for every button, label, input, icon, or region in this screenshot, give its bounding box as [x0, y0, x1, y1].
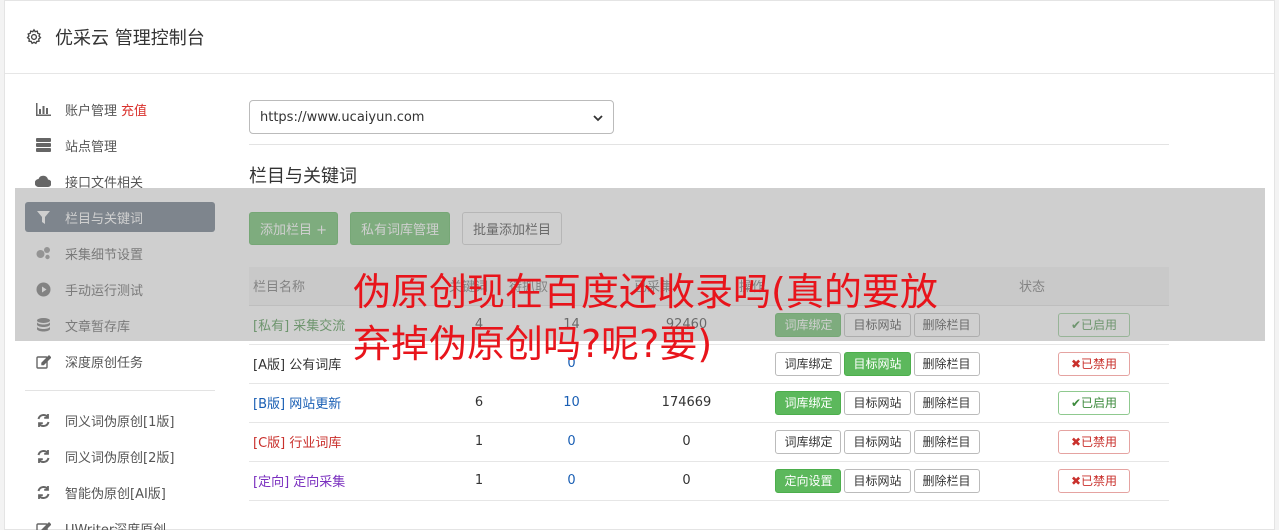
- status-badge[interactable]: ✔已启用: [1058, 390, 1130, 415]
- filter-icon: [35, 209, 51, 225]
- status-badge[interactable]: ✖已禁用: [1058, 351, 1130, 376]
- refresh-icon: [35, 448, 51, 464]
- cloud-upload-icon: [35, 173, 51, 189]
- status-cell: ✔已启用: [1019, 383, 1169, 423]
- page-title: 优采云 管理控制台: [55, 28, 205, 49]
- table-row: [B版] 网站更新 6 10 174669 词库绑定 目标网站 删除栏目 ✔已启用: [249, 383, 1169, 423]
- sidebar-divider: [25, 390, 215, 391]
- collected-count: 174669: [634, 383, 739, 423]
- delete-column-button[interactable]: 删除栏目: [913, 468, 980, 493]
- status-cell: ✖已禁用: [1019, 422, 1169, 462]
- column-link[interactable]: [私有] 采集交流: [253, 319, 345, 334]
- status-cell: ✖已禁用: [1019, 344, 1169, 384]
- sidebar-item-columns[interactable]: 栏目与关键词: [25, 202, 215, 232]
- sidebar-item-label: 采集细节设置: [65, 247, 144, 263]
- direct-settings-button[interactable]: 定向设置: [775, 468, 842, 493]
- batch-add-button[interactable]: 批量添加栏目: [462, 212, 563, 245]
- refresh-icon: [35, 484, 51, 500]
- sidebar-item-label: 手动运行测试: [65, 283, 144, 299]
- sidebar-item-label: 栏目与关键词: [65, 211, 144, 227]
- gear-icon: [25, 27, 45, 47]
- private-lib-button[interactable]: 私有词库管理: [350, 212, 451, 245]
- sidebar-item-synonym-v2[interactable]: 同义词伪原创[2版]: [25, 441, 215, 471]
- target-site-button[interactable]: 目标网站: [844, 429, 911, 454]
- add-column-button[interactable]: 添加栏目 +: [249, 212, 339, 245]
- edit-icon: [35, 353, 51, 369]
- sidebar-item-sites[interactable]: 站点管理: [25, 130, 215, 160]
- pending-count: 10: [509, 383, 634, 423]
- site-select-value: https://www.ucaiyun.com: [260, 109, 425, 125]
- recharge-link[interactable]: 充值: [121, 100, 147, 119]
- column-link[interactable]: [C版] 行业词库: [253, 436, 341, 451]
- sidebar-item-account[interactable]: 账户管理 充值: [25, 94, 215, 124]
- server-icon: [35, 137, 51, 153]
- console-page: 优采云 管理控制台 账户管理 充值 站点管理 接口文件相关 栏目与关键词 采集细…: [4, 0, 1275, 530]
- actions-cell: 定向设置 目标网站 删除栏目: [739, 461, 1019, 501]
- column-name-cell: [B版] 网站更新: [249, 383, 449, 423]
- status-cell: ✔已启用: [1019, 305, 1169, 345]
- toolbar: 添加栏目 + 私有词库管理 批量添加栏目: [249, 212, 1169, 245]
- cogs-icon: [35, 245, 51, 261]
- divider: [249, 144, 1169, 145]
- table-row: [定向] 定向采集 1 0 0 定向设置 目标网站 删除栏目 ✖已禁用: [249, 461, 1169, 501]
- status-badge[interactable]: ✖已禁用: [1058, 468, 1130, 493]
- table-row: [C版] 行业词库 1 0 0 词库绑定 目标网站 删除栏目 ✖已禁用: [249, 422, 1169, 462]
- collected-count: 0: [634, 422, 739, 462]
- delete-column-button[interactable]: 删除栏目: [913, 429, 980, 454]
- status-badge[interactable]: ✖已禁用: [1058, 429, 1130, 454]
- site-select[interactable]: https://www.ucaiyun.com: [249, 100, 614, 134]
- delete-column-button[interactable]: 删除栏目: [913, 390, 980, 415]
- header: 优采云 管理控制台: [5, 1, 1274, 74]
- header-status: 状态: [1019, 267, 1169, 306]
- sidebar-item-ai-rewrite[interactable]: 智能伪原创[AI版]: [25, 477, 215, 507]
- collected-count: 0: [634, 461, 739, 501]
- bind-lexicon-button[interactable]: 词库绑定: [775, 390, 842, 415]
- keyword-count: 1: [449, 461, 509, 501]
- sidebar-item-label: 站点管理: [65, 139, 118, 155]
- sidebar-item-collect-settings[interactable]: 采集细节设置: [25, 238, 215, 268]
- bind-lexicon-button[interactable]: 词库绑定: [775, 429, 842, 454]
- play-circle-icon: [35, 281, 51, 297]
- section-title: 栏目与关键词: [249, 166, 357, 187]
- sidebar-item-deep-original[interactable]: 深度原创任务: [25, 346, 215, 376]
- target-site-button[interactable]: 目标网站: [844, 468, 911, 493]
- status-cell: ✖已禁用: [1019, 461, 1169, 501]
- sidebar-item-uwriter[interactable]: UWriter深度原创: [25, 513, 215, 530]
- keyword-count: 6: [449, 383, 509, 423]
- pending-count: 0: [509, 461, 634, 501]
- sidebar-item-label: 接口文件相关: [65, 175, 144, 191]
- sidebar-item-synonym-v1[interactable]: 同义词伪原创[1版]: [25, 405, 215, 435]
- sidebar-item-label: 同义词伪原创[2版]: [65, 450, 175, 466]
- column-name-cell: [C版] 行业词库: [249, 422, 449, 462]
- sidebar-item-label: 同义词伪原创[1版]: [65, 414, 175, 430]
- target-site-button[interactable]: 目标网站: [844, 390, 911, 415]
- status-badge[interactable]: ✔已启用: [1058, 312, 1130, 337]
- sidebar-item-interface[interactable]: 接口文件相关: [25, 166, 215, 196]
- actions-cell: 词库绑定 目标网站 删除栏目: [739, 383, 1019, 423]
- chevron-down-icon: [593, 112, 603, 122]
- bar-chart-icon: [35, 101, 51, 117]
- edit-icon: [35, 520, 51, 530]
- database-icon: [35, 317, 51, 333]
- sidebar-item-label: 智能伪原创[AI版]: [65, 486, 166, 502]
- pending-count: 0: [509, 422, 634, 462]
- sidebar-item-article-store[interactable]: 文章暂存库: [25, 310, 215, 340]
- refresh-icon: [35, 412, 51, 428]
- actions-cell: 词库绑定 目标网站 删除栏目: [739, 422, 1019, 462]
- column-link[interactable]: [A版] 公有词库: [253, 358, 341, 373]
- overlay-headline: 伪原创现在百度还收录吗(真的要放弃掉伪原创吗?呢?要): [353, 270, 938, 366]
- sidebar-item-label: 深度原创任务: [65, 355, 144, 371]
- sidebar-item-label: 文章暂存库: [65, 319, 131, 335]
- column-name-cell: [定向] 定向采集: [249, 461, 449, 501]
- column-link[interactable]: [定向] 定向采集: [253, 475, 345, 490]
- column-link[interactable]: [B版] 网站更新: [253, 397, 341, 412]
- keyword-count: 1: [449, 422, 509, 462]
- sidebar: 账户管理 充值 站点管理 接口文件相关 栏目与关键词 采集细节设置 手动运行测试…: [25, 94, 215, 530]
- sidebar-item-manual-run[interactable]: 手动运行测试: [25, 274, 215, 304]
- sidebar-item-label: UWriter深度原创: [65, 522, 167, 530]
- sidebar-item-label: 账户管理: [65, 103, 118, 119]
